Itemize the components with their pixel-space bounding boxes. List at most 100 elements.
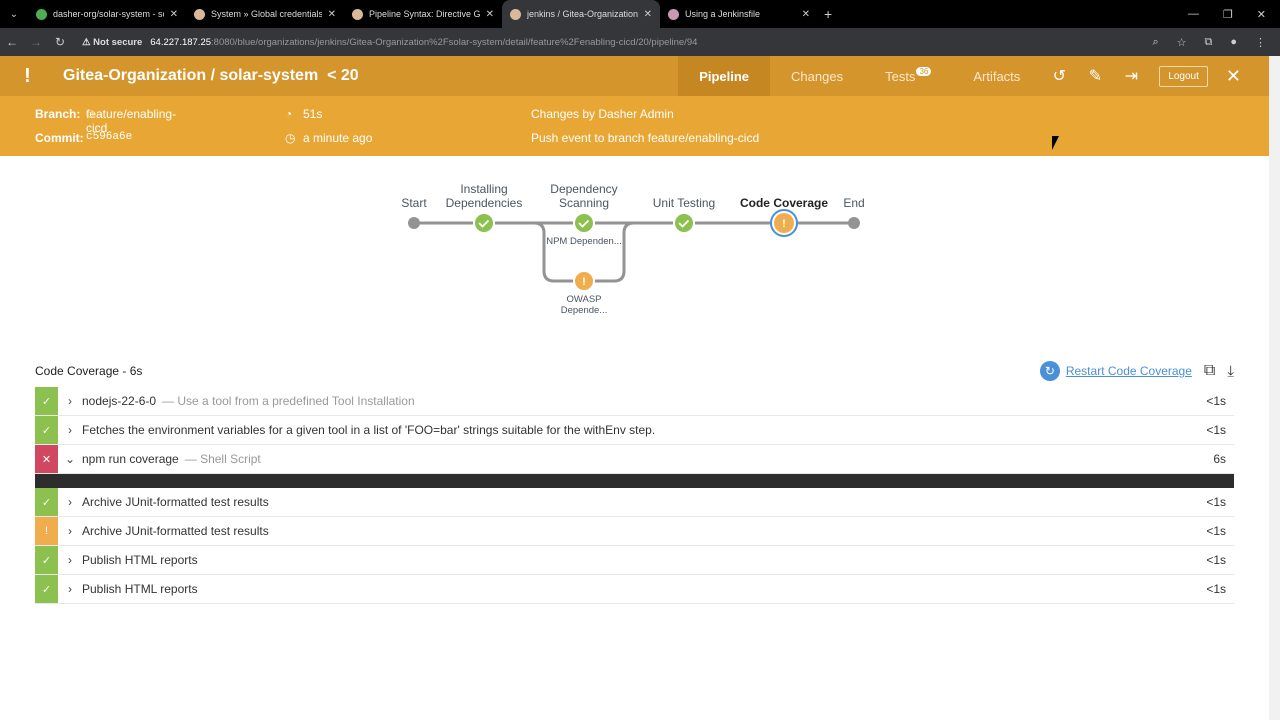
changes-by: Changes by Dasher Admin — [531, 107, 674, 121]
stage-label: Unit Testing — [652, 196, 716, 210]
not-secure-badge[interactable]: ⚠ Not secure — [82, 37, 142, 48]
window-close-icon[interactable]: ✕ — [1257, 8, 1266, 21]
stage-npm-node[interactable] — [573, 212, 595, 234]
tab-pipeline[interactable]: Pipeline — [678, 56, 771, 96]
close-tab-icon[interactable]: ✕ — [644, 9, 652, 20]
step-log-output — [35, 474, 1234, 488]
browser-tab-active[interactable]: jenkins / Gitea-Organization/so✕ — [502, 0, 660, 28]
new-tab-button[interactable]: + — [824, 6, 832, 22]
trigger-cause: Push event to branch feature/enabling-ci… — [531, 131, 760, 145]
chevron-right-icon[interactable]: › — [58, 495, 82, 509]
step-duration: <1s — [1206, 524, 1226, 538]
steps-section: Code Coverage - 6s ↻ Restart Code Coverag… — [35, 360, 1234, 604]
parallel-label: OWASP Depende... — [560, 294, 608, 316]
step-status-warn-icon: ! — [35, 517, 58, 545]
rerun-icon[interactable]: ↺ — [1041, 66, 1077, 86]
tab-artifacts[interactable]: Artifacts — [952, 56, 1041, 96]
stage-installing-node[interactable] — [473, 212, 495, 234]
mouse-cursor — [1052, 136, 1066, 150]
step-status-ok-icon: ✓ — [35, 575, 58, 603]
step-name: Fetches the environment variables for a … — [82, 423, 656, 437]
download-icon[interactable]: ⤓ — [1227, 363, 1234, 380]
step-row[interactable]: ✓ › Publish HTML reports <1s — [35, 575, 1234, 604]
pipeline-header: ! Gitea-Organization / solar-system < 20… — [0, 56, 1269, 96]
favicon-icon — [510, 8, 521, 20]
restore-icon[interactable]: ❐ — [1223, 8, 1233, 21]
step-status-fail-icon: ✕ — [35, 445, 58, 473]
step-name: Publish HTML reports — [82, 582, 198, 596]
pipeline-title: Gitea-Organization / solar-system < 20 — [63, 67, 359, 84]
run-back-link[interactable]: < — [327, 67, 336, 84]
stage-label: Dependency Scanning — [550, 182, 618, 210]
svg-text:!: ! — [582, 276, 586, 288]
zoom-icon[interactable]: ⌕ — [1152, 36, 1158, 49]
close-tab-icon[interactable]: ✕ — [486, 9, 494, 20]
clock-icon: ◷ — [285, 131, 296, 145]
duration-icon: ◔ — [285, 107, 293, 121]
profile-avatar[interactable]: ● — [1230, 36, 1237, 49]
start-node[interactable] — [408, 217, 420, 229]
edit-pencil-icon[interactable]: ✎ — [1077, 66, 1113, 86]
address-bar-row: ← → ↻ ⚠ Not secure 64.227.187.25:8080/bl… — [0, 28, 1280, 56]
step-row[interactable]: ✓ › Publish HTML reports <1s — [35, 546, 1234, 575]
minimize-icon[interactable]: — — [1188, 8, 1199, 21]
end-node[interactable] — [848, 217, 860, 229]
close-icon[interactable]: ✕ — [1226, 66, 1241, 87]
step-row[interactable]: ✕ ⌄ npm run coverage — Shell Script 6s — [35, 445, 1234, 474]
step-row[interactable]: ✓ › nodejs-22-6-0 — Use a tool from a pr… — [35, 387, 1234, 416]
favicon-icon — [36, 8, 47, 20]
logout-button[interactable]: Logout — [1159, 65, 1208, 87]
open-external-icon[interactable]: ⧉ — [1204, 362, 1215, 380]
step-status-ok-icon: ✓ — [35, 488, 58, 516]
stage-owasp-node[interactable]: ! — [573, 270, 595, 292]
step-name: nodejs-22-6-0 — [82, 394, 157, 408]
commit-hash[interactable]: c596a6e — [86, 131, 132, 143]
back-icon[interactable]: ← — [0, 35, 24, 49]
go-to-classic-icon[interactable]: ⇥ — [1113, 66, 1149, 86]
stage-unit-testing-node[interactable] — [673, 212, 695, 234]
favicon-icon — [668, 8, 679, 20]
step-description: — Shell Script — [184, 452, 261, 466]
tab-search-icon[interactable]: ⌄ — [0, 9, 28, 20]
tab-changes[interactable]: Changes — [770, 56, 864, 96]
menu-icon[interactable]: ⋮ — [1255, 36, 1266, 49]
step-status-ok-icon: ✓ — [35, 546, 58, 574]
svg-text:!: ! — [782, 218, 786, 230]
close-tab-icon[interactable]: ✕ — [170, 9, 178, 20]
step-row[interactable]: ✓ › Fetches the environment variables fo… — [35, 416, 1234, 445]
browser-tab[interactable]: System » Global credentials (un✕ — [186, 0, 344, 28]
steps-list: ✓ › nodejs-22-6-0 — Use a tool from a pr… — [35, 387, 1234, 604]
chevron-right-icon[interactable]: › — [58, 582, 82, 596]
chevron-right-icon[interactable]: › — [58, 524, 82, 538]
stage-code-coverage-node[interactable]: ! — [770, 209, 798, 237]
run-info-bar: Branch: feature/enabling-cicd ⧉ Commit: … — [0, 96, 1269, 156]
chevron-right-icon[interactable]: › — [58, 423, 82, 437]
step-row[interactable]: ! › Archive JUnit-formatted test results… — [35, 517, 1234, 546]
bookmark-star-icon[interactable]: ☆ — [1177, 36, 1187, 49]
step-name: Archive JUnit-formatted test results — [82, 495, 269, 509]
tab-tests[interactable]: Tests 36 — [864, 56, 952, 96]
step-row[interactable]: ✓ › Archive JUnit-formatted test results… — [35, 488, 1234, 517]
browser-tab[interactable]: Using a Jenkinsfile ✕ — [660, 0, 818, 28]
chevron-down-icon[interactable]: ⌄ — [58, 452, 82, 466]
step-duration: 6s — [1213, 452, 1226, 466]
forward-icon[interactable]: → — [24, 35, 48, 49]
step-duration: <1s — [1206, 423, 1226, 437]
url-input[interactable]: ⚠ Not secure 64.227.187.25:8080/blue/org… — [82, 37, 1152, 48]
step-description: — Use a tool from a predefined Tool Inst… — [162, 394, 415, 408]
parallel-label: NPM Dependen... — [546, 236, 622, 247]
extensions-icon[interactable]: ⧉ — [1204, 36, 1212, 49]
step-duration: <1s — [1206, 553, 1226, 567]
end-label: End — [843, 196, 865, 210]
close-tab-icon[interactable]: ✕ — [328, 9, 336, 20]
chevron-right-icon[interactable]: › — [58, 553, 82, 567]
browser-tab[interactable]: dasher-org/solar-system - solar✕ — [28, 0, 186, 28]
reload-icon[interactable]: ↻ — [48, 35, 72, 49]
close-tab-icon[interactable]: ✕ — [802, 9, 810, 20]
restart-stage-link[interactable]: ↻ Restart Code Coverage — [1039, 361, 1192, 381]
chevron-right-icon[interactable]: › — [58, 394, 82, 408]
browser-tab[interactable]: Pipeline Syntax: Directive Gene✕ — [344, 0, 502, 28]
restart-icon: ↻ — [1039, 361, 1060, 381]
browser-tab-strip: ⌄ dasher-org/solar-system - solar✕ Syste… — [0, 0, 1280, 28]
scrollbar[interactable] — [1269, 56, 1280, 720]
